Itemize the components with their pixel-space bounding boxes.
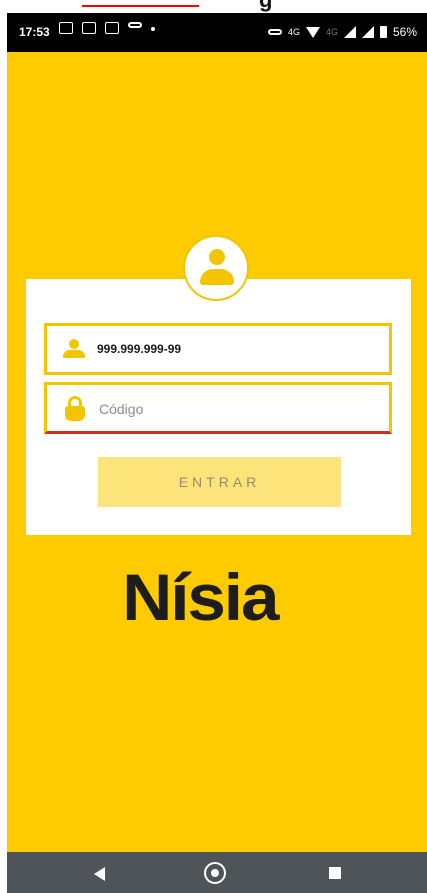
gallery-icon — [105, 22, 119, 34]
battery-percent: 56% — [392, 25, 417, 39]
login-screen: 999.999.999-99 ENTRAR Nísia — [7, 52, 427, 852]
notification-icons — [59, 22, 155, 34]
cpf-field[interactable]: 999.999.999-99 — [44, 323, 392, 375]
status-time: 17:53 — [19, 25, 50, 39]
system-indicators: 4G 4G 56% — [267, 25, 417, 39]
recents-icon[interactable] — [329, 867, 341, 879]
brand-logo: Nísia — [122, 560, 279, 634]
code-input[interactable] — [97, 385, 381, 433]
signal-icon-secondary — [361, 26, 374, 38]
navigation-bar — [7, 852, 427, 893]
battery-icon — [379, 26, 387, 38]
home-icon[interactable] — [204, 862, 226, 884]
vpn-key-icon — [267, 29, 282, 35]
code-field[interactable] — [44, 382, 392, 434]
lock-icon — [65, 396, 85, 422]
login-card: 999.999.999-99 ENTRAR — [26, 279, 411, 535]
lte-label: 4G — [287, 27, 300, 37]
avatar-user-icon — [209, 249, 225, 265]
cpf-value[interactable]: 999.999.999-99 — [97, 326, 377, 372]
voicemail-icon — [59, 22, 73, 34]
enter-button[interactable]: ENTRAR — [98, 457, 341, 507]
key-icon — [128, 22, 142, 28]
avatar — [183, 235, 249, 301]
status-bar: 17:53 4G 4G 56% — [7, 13, 427, 52]
news-icon — [82, 22, 96, 34]
user-icon — [63, 339, 85, 359]
cropped-link[interactable] — [82, 0, 199, 7]
more-notifications-icon — [151, 27, 155, 31]
wifi-icon — [305, 26, 320, 38]
cropped-heading: g — [259, 0, 272, 11]
lte-label-secondary: 4G — [325, 27, 338, 37]
back-icon[interactable] — [94, 867, 105, 881]
signal-icon — [343, 26, 356, 38]
